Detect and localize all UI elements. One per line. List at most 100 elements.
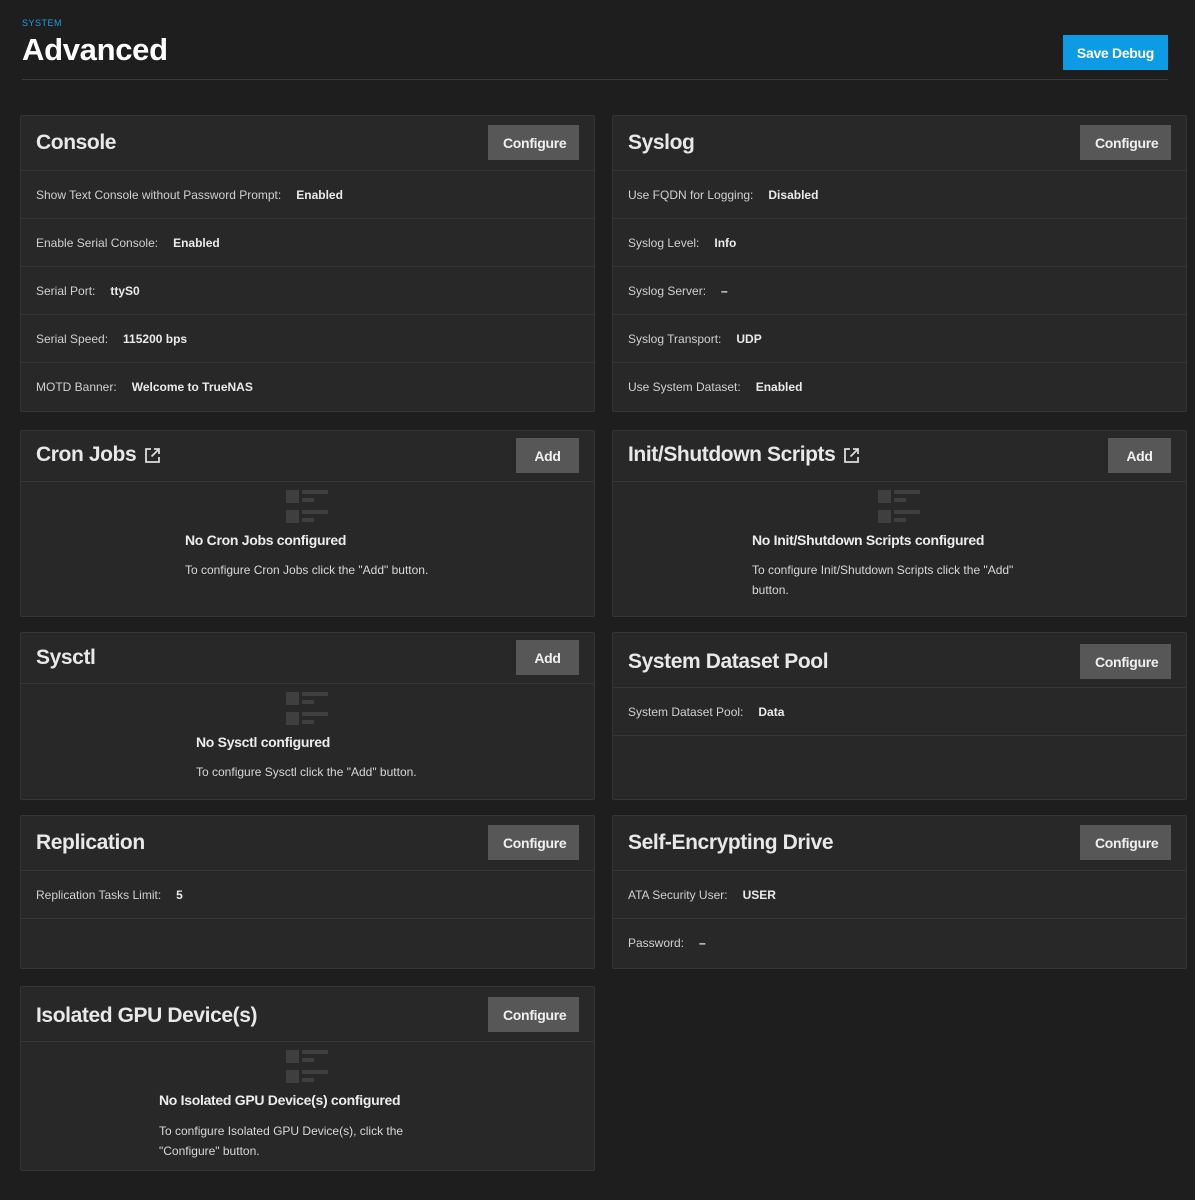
row-value: 5 (176, 887, 183, 902)
row-value: 115200 bps (123, 331, 188, 346)
row-label: Use System Dataset: (628, 380, 741, 394)
row-label: Replication Tasks Limit: (36, 887, 162, 902)
external-link-icon[interactable] (144, 447, 161, 464)
row-value: UDP (736, 331, 762, 346)
row-value: Enabled (173, 235, 220, 250)
list-item: Serial Speed: 115200 bps (21, 315, 594, 363)
card-title: Self-Encrypting Drive (628, 831, 834, 854)
list-item: Syslog Level: Info (613, 219, 1186, 267)
row-label: ATA Security User: (628, 887, 728, 902)
list-item: Syslog Server: – (613, 267, 1186, 315)
save-debug-button[interactable]: Save Debug (1063, 35, 1168, 70)
dataset-pool-configure-button[interactable]: Configure (1080, 644, 1171, 679)
list-item: Use FQDN for Logging: Disabled (613, 171, 1186, 219)
card-header: Console Configure (21, 116, 594, 171)
row-value: Enabled (755, 380, 803, 394)
card-header: Syslog Configure (613, 116, 1186, 171)
init-shutdown-add-button[interactable]: Add (1108, 438, 1171, 473)
card-title: Cron Jobs (36, 443, 161, 467)
empty-title: No Isolated GPU Device(s) configured (159, 1092, 401, 1108)
list-item: System Dataset Pool: Data (613, 688, 1186, 736)
row-label: Syslog Transport: (628, 331, 722, 346)
list-item: Password: – (613, 919, 1186, 967)
card-header: Init/Shutdown Scripts Add (613, 431, 1186, 482)
list-item: Enable Serial Console: Enabled (21, 219, 594, 267)
row-label: Serial Port: (36, 283, 96, 298)
list-item: Syslog Transport: UDP (613, 315, 1186, 363)
syslog-configure-button[interactable]: Configure (1080, 125, 1171, 160)
row-value: Data (758, 704, 785, 719)
row-value: USER (742, 887, 776, 902)
row-value: Info (714, 235, 737, 250)
card-title: System Dataset Pool (628, 650, 829, 673)
row-label: Syslog Server: (628, 283, 707, 298)
empty-title: No Init/Shutdown Scripts configured (752, 532, 985, 548)
list-item: Replication Tasks Limit: 5 (21, 871, 594, 919)
isolated-gpu-card: Isolated GPU Device(s) Configure No Isol… (20, 986, 595, 1171)
card-header: Cron Jobs Add (21, 431, 594, 482)
empty-message: To configure Init/Shutdown Scripts click… (752, 563, 1014, 577)
empty-message: To configure Isolated GPU Device(s), cli… (159, 1124, 404, 1138)
page-header: SYSTEM Advanced Save Debug (22, 14, 1168, 80)
external-link-icon[interactable] (843, 447, 860, 464)
empty-list-icon (286, 1050, 328, 1083)
card-header: Isolated GPU Device(s) Configure (21, 987, 594, 1042)
empty-message-cont: button. (752, 583, 789, 597)
row-label: System Dataset Pool: (628, 704, 744, 719)
empty-message: To configure Cron Jobs click the "Add" b… (185, 563, 429, 577)
card-header: Replication Configure (21, 816, 594, 871)
breadcrumb[interactable]: SYSTEM (22, 18, 62, 28)
empty-list-icon (878, 490, 920, 523)
row-value: Welcome to TrueNAS (131, 380, 253, 394)
card-title: Sysctl (36, 646, 96, 669)
row-label: Password: (628, 936, 685, 950)
page-title: Advanced (22, 32, 168, 67)
row-value: ttyS0 (110, 283, 140, 298)
card-title: Console (36, 131, 117, 154)
empty-list-icon (286, 692, 328, 725)
row-label: Use FQDN for Logging: (628, 187, 754, 202)
gpu-configure-button[interactable]: Configure (488, 997, 579, 1032)
card-title: Replication (36, 831, 145, 854)
card-title: Syslog (628, 131, 695, 154)
syslog-card: Syslog Configure Use FQDN for Logging: Di… (612, 115, 1187, 412)
list-item: Serial Port: ttyS0 (21, 267, 594, 315)
cron-jobs-title: Cron Jobs (36, 443, 137, 466)
row-value: – (699, 936, 706, 950)
row-value: – (721, 283, 728, 298)
self-encrypting-drive-card: Self-Encrypting Drive Configure ATA Secu… (612, 815, 1187, 969)
system-dataset-pool-card: System Dataset Pool Configure System Dat… (612, 632, 1187, 800)
init-shutdown-scripts-card: Init/Shutdown Scripts Add No Init/Shutdo… (612, 430, 1187, 617)
empty-title: No Cron Jobs configured (185, 532, 347, 548)
list-item: MOTD Banner: Welcome to TrueNAS (21, 363, 594, 411)
console-card: Console Configure Show Text Console with… (20, 115, 595, 412)
row-value: Disabled (768, 187, 819, 202)
init-shutdown-title: Init/Shutdown Scripts (628, 443, 836, 466)
replication-configure-button[interactable]: Configure (488, 825, 579, 860)
replication-card: Replication Configure Replication Tasks … (20, 815, 595, 969)
row-label: Show Text Console without Password Promp… (36, 187, 282, 202)
empty-message-cont: "Configure" button. (159, 1144, 260, 1158)
row-label: MOTD Banner: (36, 380, 117, 394)
list-item: Show Text Console without Password Promp… (21, 171, 594, 219)
row-value: Enabled (296, 187, 343, 202)
card-header: Self-Encrypting Drive Configure (613, 816, 1186, 871)
card-title: Init/Shutdown Scripts (628, 443, 860, 467)
row-label: Syslog Level: (628, 235, 700, 250)
card-header: System Dataset Pool Configure (613, 633, 1186, 688)
empty-message: To configure Sysctl click the "Add" butt… (196, 765, 417, 779)
cron-jobs-card: Cron Jobs Add No Cron Jobs configured To… (20, 430, 595, 617)
empty-title: No Sysctl configured (196, 734, 331, 750)
sysctl-add-button[interactable]: Add (516, 640, 579, 675)
empty-list-icon (286, 490, 328, 523)
list-item: ATA Security User: USER (613, 871, 1186, 919)
card-title: Isolated GPU Device(s) (36, 1004, 258, 1027)
sysctl-card: Sysctl Add No Sysctl configured To confi… (20, 632, 595, 800)
sed-configure-button[interactable]: Configure (1080, 825, 1171, 860)
list-item: Use System Dataset: Enabled (613, 363, 1186, 411)
card-header: Sysctl Add (21, 633, 594, 684)
row-label: Enable Serial Console: (36, 235, 159, 250)
cron-jobs-add-button[interactable]: Add (516, 438, 579, 473)
console-configure-button[interactable]: Configure (488, 125, 579, 160)
row-label: Serial Speed: (36, 331, 109, 346)
